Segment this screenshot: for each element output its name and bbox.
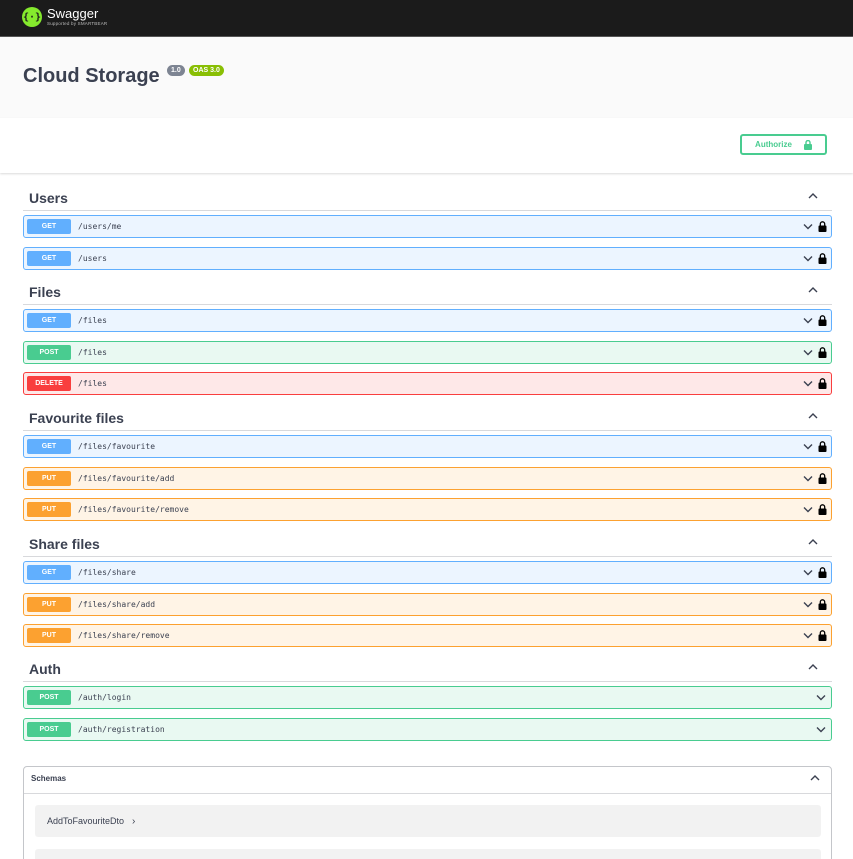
method-badge: GET	[27, 313, 71, 328]
oas-badge: OAS 3.0	[189, 65, 224, 76]
operation-get-files-favourite[interactable]: GET/files/favourite	[23, 435, 832, 458]
chevron-up-icon[interactable]	[807, 191, 819, 201]
chevron-down-icon[interactable]	[802, 347, 814, 358]
schemas-title: Schemas	[31, 774, 67, 783]
authorize-button[interactable]: Authorize	[740, 134, 827, 155]
operation-delete-files[interactable]: DELETE/files	[23, 372, 832, 395]
method-badge: PUT	[27, 502, 71, 517]
lock-icon[interactable]	[818, 504, 827, 515]
schema-model[interactable]	[35, 849, 821, 859]
tag-title: Favourite files	[29, 410, 124, 426]
tag-title: Share files	[29, 536, 100, 552]
operation-get-users-me[interactable]: GET/users/me	[23, 215, 832, 238]
operation-post-auth-login[interactable]: POST/auth/login	[23, 686, 832, 709]
method-badge: DELETE	[27, 376, 71, 391]
lock-icon[interactable]	[818, 346, 827, 358]
tag-section-users[interactable]: Users	[23, 173, 832, 211]
operation-path: /files/share/add	[78, 599, 156, 609]
method-badge: POST	[27, 344, 71, 360]
operation-path: /files	[78, 379, 107, 388]
method-badge: GET	[27, 565, 71, 580]
method-badge: POST	[27, 690, 71, 705]
chevron-down-icon[interactable]	[815, 692, 827, 703]
tag-title: Files	[29, 284, 61, 300]
lock-icon[interactable]	[818, 315, 827, 326]
chevron-down-icon[interactable]	[802, 221, 814, 232]
method-badge: GET	[27, 439, 71, 454]
operation-path: /files/favourite/remove	[78, 505, 189, 514]
version-badge: 1.0	[167, 65, 185, 76]
operation-path: /auth/registration	[78, 724, 165, 734]
operation-path: /files/favourite	[78, 442, 156, 451]
lock-icon[interactable]	[818, 598, 827, 610]
chevron-down-icon[interactable]	[802, 378, 814, 389]
swagger-logo[interactable]: {·} Swagger Supported by SMARTBEAR	[22, 7, 107, 27]
logo-title: Swagger	[47, 6, 99, 21]
method-badge: PUT	[27, 470, 71, 486]
chevron-down-icon[interactable]	[802, 504, 814, 515]
logo-subtitle: Supported by SMARTBEAR	[47, 21, 108, 26]
method-badge: GET	[27, 250, 71, 266]
operation-get-files[interactable]: GET/files	[23, 309, 832, 332]
chevron-up-icon[interactable]	[807, 662, 819, 672]
swagger-braces-icon: {·}	[22, 7, 42, 27]
chevron-down-icon[interactable]	[802, 253, 814, 264]
lock-icon[interactable]	[818, 441, 827, 452]
lock-icon[interactable]	[818, 378, 827, 389]
operation-path: /files	[78, 316, 107, 325]
tag-section-favourite-files[interactable]: Favourite files	[23, 393, 832, 431]
lock-icon[interactable]	[818, 252, 827, 264]
chevron-down-icon[interactable]	[815, 724, 827, 735]
lock-icon[interactable]	[818, 630, 827, 641]
operation-get-files-share[interactable]: GET/files/share	[23, 561, 832, 584]
schemas-section: Schemas AddToFavouriteDto ›	[23, 766, 832, 859]
info-section: Cloud Storage 1.0 OAS 3.0	[0, 37, 853, 118]
method-badge: PUT	[27, 628, 71, 643]
method-badge: POST	[27, 721, 71, 737]
operation-path: /files/share	[78, 568, 136, 577]
operation-path: /files/share/remove	[78, 631, 170, 640]
schema-model[interactable]: AddToFavouriteDto ›	[35, 805, 821, 837]
operation-path: /users	[78, 253, 107, 263]
lock-icon[interactable]	[818, 567, 827, 578]
tag-section-files[interactable]: Files	[23, 267, 832, 305]
tag-section-share-files[interactable]: Share files	[23, 519, 832, 557]
chevron-up-icon[interactable]	[807, 537, 819, 547]
operation-path: /auth/login	[78, 693, 131, 702]
scheme-container: Authorize	[0, 118, 853, 173]
chevron-down-icon[interactable]	[802, 630, 814, 641]
topbar: {·} Swagger Supported by SMARTBEAR	[0, 0, 853, 37]
divider	[24, 793, 831, 794]
chevron-down-icon[interactable]	[802, 567, 814, 578]
chevron-right-icon: ›	[132, 815, 136, 827]
chevron-down-icon[interactable]	[802, 599, 814, 610]
operation-put-files-share-add[interactable]: PUT/files/share/add	[23, 592, 832, 616]
tag-section-auth[interactable]: Auth	[23, 644, 832, 682]
tag-title: Users	[29, 190, 68, 206]
lock-icon[interactable]	[818, 221, 827, 232]
method-badge: PUT	[27, 596, 71, 612]
chevron-down-icon[interactable]	[802, 473, 814, 484]
operation-path: /files/favourite/add	[78, 473, 175, 483]
chevron-up-icon[interactable]	[809, 773, 821, 783]
tag-title: Auth	[29, 661, 61, 677]
chevron-up-icon[interactable]	[807, 285, 819, 295]
model-name: AddToFavouriteDto	[47, 816, 125, 826]
authorize-label: Authorize	[755, 140, 792, 149]
operation-put-files-favourite-add[interactable]: PUT/files/favourite/add	[23, 466, 832, 490]
page-title: Cloud Storage	[23, 65, 160, 87]
method-badge: GET	[27, 219, 71, 234]
operation-path: /files	[78, 347, 107, 357]
lock-icon	[803, 139, 812, 150]
chevron-down-icon[interactable]	[802, 315, 814, 326]
chevron-down-icon[interactable]	[802, 441, 814, 452]
operation-post-auth-registration[interactable]: POST/auth/registration	[23, 717, 832, 741]
operation-path: /users/me	[78, 222, 122, 231]
lock-icon[interactable]	[818, 472, 827, 484]
operation-post-files[interactable]: POST/files	[23, 340, 832, 364]
chevron-up-icon[interactable]	[807, 411, 819, 421]
operation-put-files-favourite-remove[interactable]: PUT/files/favourite/remove	[23, 498, 832, 521]
